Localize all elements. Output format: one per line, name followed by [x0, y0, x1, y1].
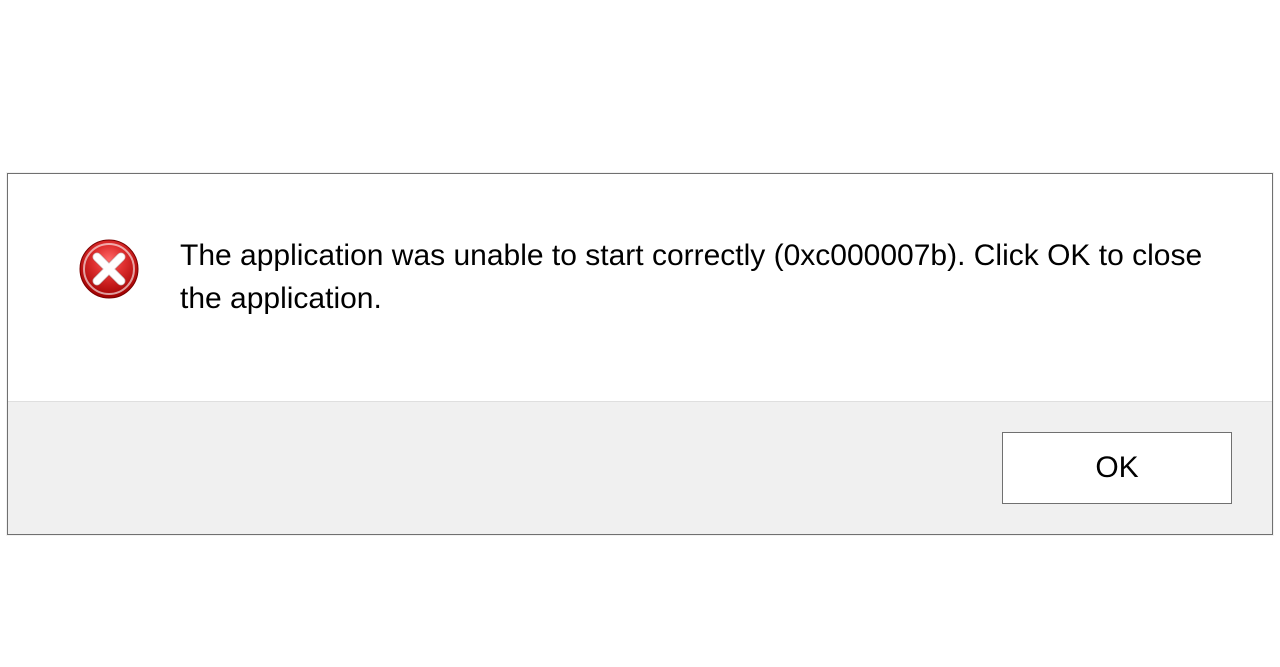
ok-button[interactable]: OK	[1002, 432, 1232, 504]
error-icon	[78, 238, 140, 305]
error-dialog: The application was unable to start corr…	[7, 173, 1273, 535]
dialog-message: The application was unable to start corr…	[180, 234, 1220, 321]
dialog-content-area: The application was unable to start corr…	[8, 174, 1272, 401]
dialog-footer: OK	[8, 401, 1272, 534]
